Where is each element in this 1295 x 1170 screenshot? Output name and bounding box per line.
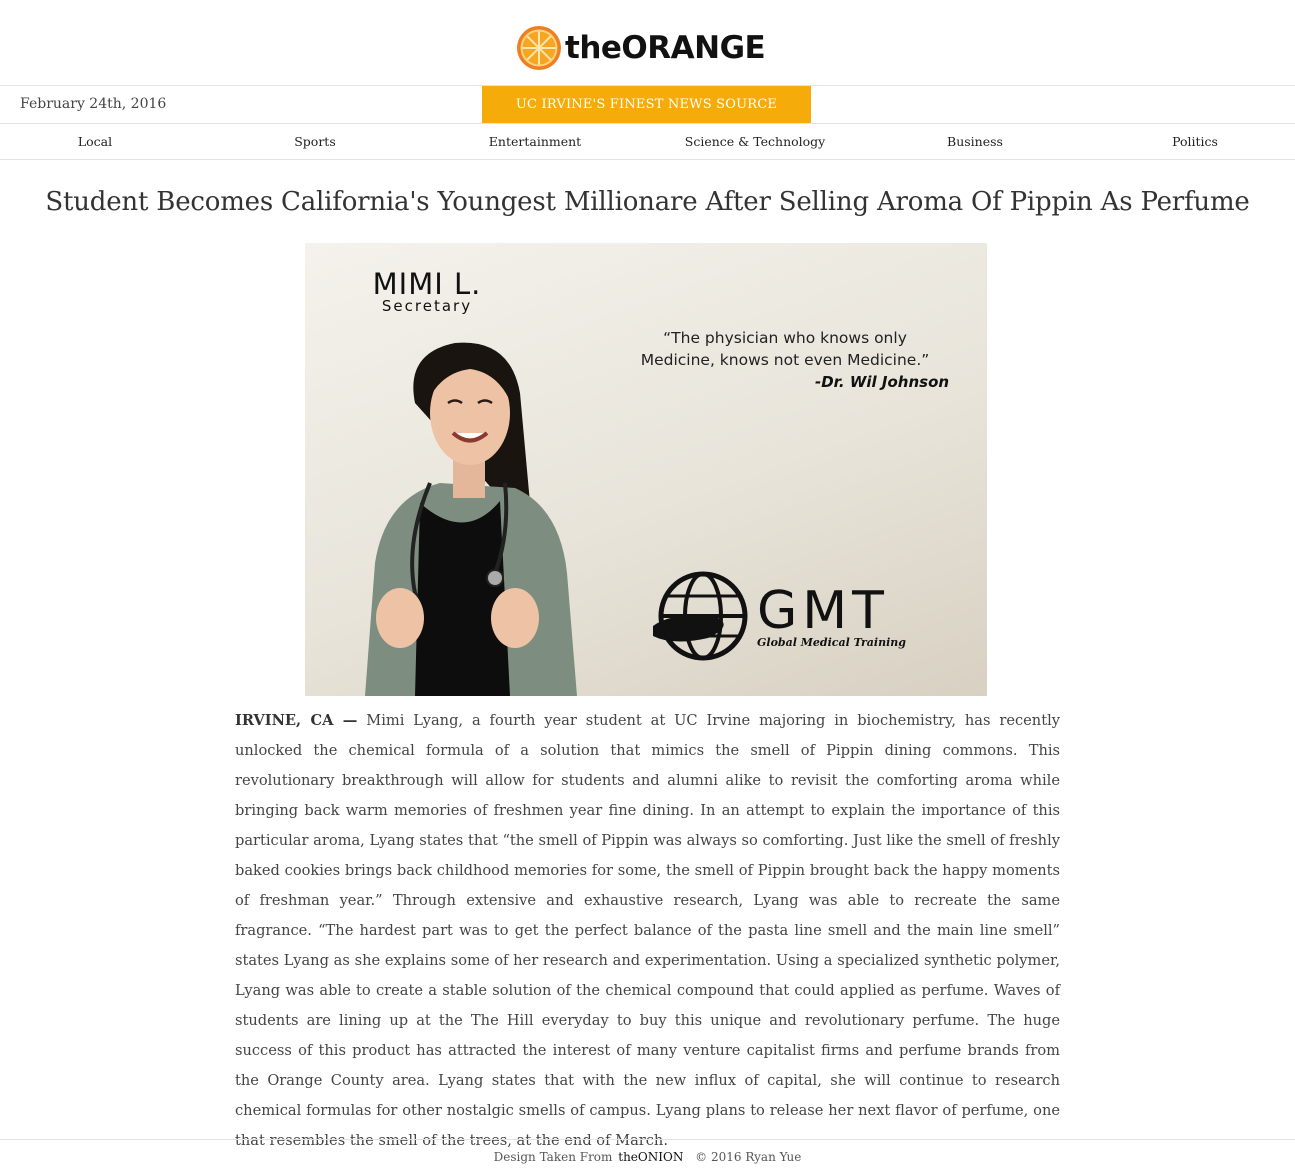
tagline-banner: UC IRVINE'S FINEST NEWS SOURCE [482,86,811,123]
orange-slice-icon [517,26,561,70]
page-footer: Design Taken From theONION © 2016 Ryan Y… [0,1139,1295,1170]
nav-item-business[interactable]: Business [865,134,1085,149]
photo-person-name: MIMI L. [372,267,482,301]
nav-item-politics[interactable]: Politics [1085,134,1295,149]
footer-copyright: © 2016 Ryan Yue [695,1150,802,1164]
nav-item-local[interactable]: Local [0,134,205,149]
current-date: February 24th, 2016 [20,96,167,112]
gmt-logo-subtitle: Global Medical Training [757,636,906,649]
article-photo: MIMI L. Secretary “The physician who kno… [305,243,987,696]
nav-item-entertainment[interactable]: Entertainment [425,134,645,149]
footer-credit-prefix: Design Taken From [493,1150,613,1164]
masthead: theORANGE [0,0,1295,86]
photo-quote-line-1: “The physician who knows only [663,329,907,347]
article-body-text: Mimi Lyang, a fourth year student at UC … [235,712,1060,1149]
photo-nametag: MIMI L. Secretary [357,267,497,315]
site-logo[interactable]: theORANGE [516,25,766,71]
photo-quote-author: -Dr. Wil Johnson [815,373,950,391]
nav-item-science-technology[interactable]: Science & Technology [645,134,865,149]
logo-text: theORANGE [565,30,766,66]
photo-quote: “The physician who knows only Medicine, … [605,327,965,371]
article-dateline: IRVINE, CA — [235,712,358,729]
footer-theonion-link[interactable]: theONION [618,1150,683,1164]
info-bar: February 24th, 2016 UC IRVINE'S FINEST N… [0,86,1295,124]
photo-quote-line-2: Medicine, knows not even Medicine.” [640,351,930,369]
section-nav: Local Sports Entertainment Science & Tec… [0,124,1295,160]
nav-item-sports[interactable]: Sports [205,134,425,149]
article-body: IRVINE, CA — Mimi Lyang, a fourth year s… [235,706,1060,1156]
article-headline: Student Becomes California's Youngest Mi… [45,187,1250,217]
gmt-logo-text: GMT [757,581,889,641]
